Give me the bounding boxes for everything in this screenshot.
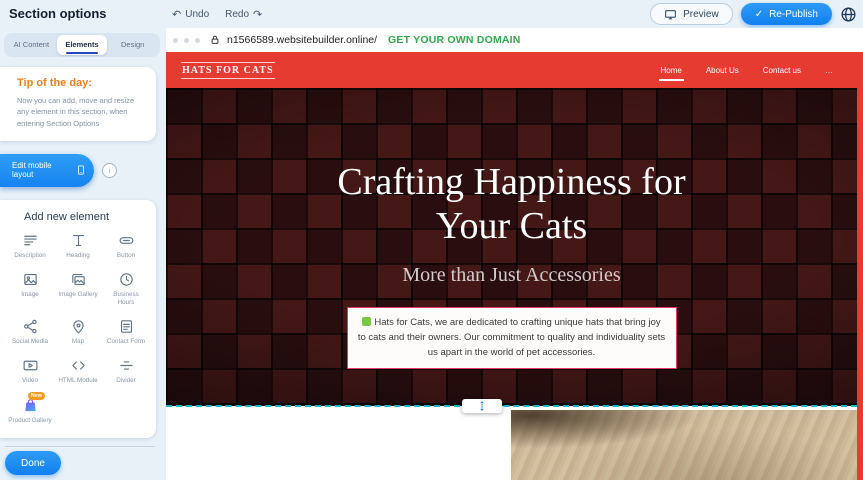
add-panel-title: Add new element [24,211,150,223]
phone-icon [76,162,86,178]
contact-form-icon [118,318,135,335]
social-media-icon [22,318,39,335]
tab-design[interactable]: Design [107,35,158,55]
element-product-gallery[interactable]: New Product Gallery [6,397,54,425]
hero-paragraph-box[interactable]: Hats for Cats, we are dedicated to craft… [347,307,677,369]
globe-icon[interactable] [840,6,857,23]
new-badge: New [28,392,45,400]
description-icon [22,232,39,249]
site-header: HATS FOR CATS Home About Us Contact us … [166,52,857,88]
get-domain-link[interactable]: GET YOUR OWN DOMAIN [388,34,521,46]
edit-mobile-layout-button[interactable]: Edit mobile layout [0,154,94,187]
site-preview: HATS FOR CATS Home About Us Contact us …… [166,52,857,406]
redo-button[interactable]: Redo ↷ [225,8,262,21]
republish-button[interactable]: ✓ Re-Publish [741,3,832,25]
website-canvas: n1566589.websitebuilder.online/ GET YOUR… [166,28,863,480]
next-section-area [166,407,857,480]
undo-label: Undo [185,9,209,20]
image-icon [22,271,39,288]
app-root: Section options ↶ Undo Redo ↷ Preview ✓ … [0,0,863,480]
hero-heading[interactable]: Crafting Happiness for Your Cats [297,160,727,248]
tab-ai-content[interactable]: AI Content [6,35,57,55]
nav-about-us[interactable]: About Us [704,60,741,81]
lock-icon [210,35,220,45]
site-edge-strip [857,52,863,480]
site-url[interactable]: n1566589.websitebuilder.online/ [227,34,377,46]
browser-dot [173,38,178,43]
redo-label: Redo [225,9,249,20]
sidebar-tabs: AI Content Elements Design [4,33,160,57]
element-video[interactable]: Video [6,357,54,385]
monitor-icon [664,8,677,21]
tip-title: Tip of the day: [17,77,144,89]
site-nav: Home About Us Contact us … [659,52,836,88]
undo-redo-group: ↶ Undo Redo ↷ [172,0,262,28]
section-resize-handle[interactable] [462,399,502,413]
done-button[interactable]: Done [5,451,61,475]
nav-home[interactable]: Home [659,60,684,81]
button-icon [118,232,135,249]
redo-icon: ↷ [253,8,262,21]
sidebar-divider [5,446,155,447]
hero-section[interactable]: Crafting Happiness for Your Cats More th… [166,88,857,406]
element-html-module[interactable]: HTML Module [54,357,102,385]
element-social-media[interactable]: Social Media [6,318,54,346]
map-icon [70,318,87,335]
green-square-icon [362,317,371,326]
site-logo[interactable]: HATS FOR CATS [181,62,275,79]
element-heading[interactable]: Heading [54,232,102,260]
add-element-panel: Add new element Description Heading Butt… [0,200,156,438]
browser-chrome-bar: n1566589.websitebuilder.online/ GET YOUR… [166,28,863,52]
video-icon [22,357,39,374]
element-grid: Description Heading Button Image Image G… [6,232,150,425]
hero-subheading[interactable]: More than Just Accessories [166,264,857,287]
element-description[interactable]: Description [6,232,54,260]
tip-body: Now you can add, move and resize any ele… [17,95,144,129]
next-section-image[interactable] [511,410,857,480]
element-divider[interactable]: Divider [102,357,150,385]
element-image[interactable]: Image [6,271,54,307]
html-module-icon [70,357,87,374]
preview-button[interactable]: Preview [650,3,733,25]
browser-dot [195,38,200,43]
topbar-actions: Preview ✓ Re-Publish [650,3,857,25]
element-business-hours[interactable]: Business Hours [102,271,150,307]
heading-icon [70,232,87,249]
tab-elements[interactable]: Elements [57,35,108,55]
resize-arrows-icon [476,400,488,412]
tip-card: Tip of the day: Now you can add, move an… [0,67,156,141]
nav-contact-us[interactable]: Contact us [761,60,803,81]
element-contact-form[interactable]: Contact Form [102,318,150,346]
undo-icon: ↶ [172,8,181,21]
top-toolbar: Section options ↶ Undo Redo ↷ Preview ✓ … [0,0,863,28]
business-hours-icon [118,271,135,288]
check-icon: ✓ [755,9,763,20]
sidebar: AI Content Elements Design Tip of the da… [0,28,166,480]
hero-paragraph: Hats for Cats, we are dedicated to craft… [358,317,665,357]
browser-dot [184,38,189,43]
element-image-gallery[interactable]: Image Gallery [54,271,102,307]
image-gallery-icon [70,271,87,288]
element-map[interactable]: Map [54,318,102,346]
divider-icon [118,357,135,374]
element-button[interactable]: Button [102,232,150,260]
edit-mobile-row: Edit mobile layout i [0,154,166,187]
info-icon[interactable]: i [102,163,117,178]
undo-button[interactable]: ↶ Undo [172,8,209,21]
nav-more[interactable]: … [823,60,835,81]
page-title: Section options [9,6,107,21]
